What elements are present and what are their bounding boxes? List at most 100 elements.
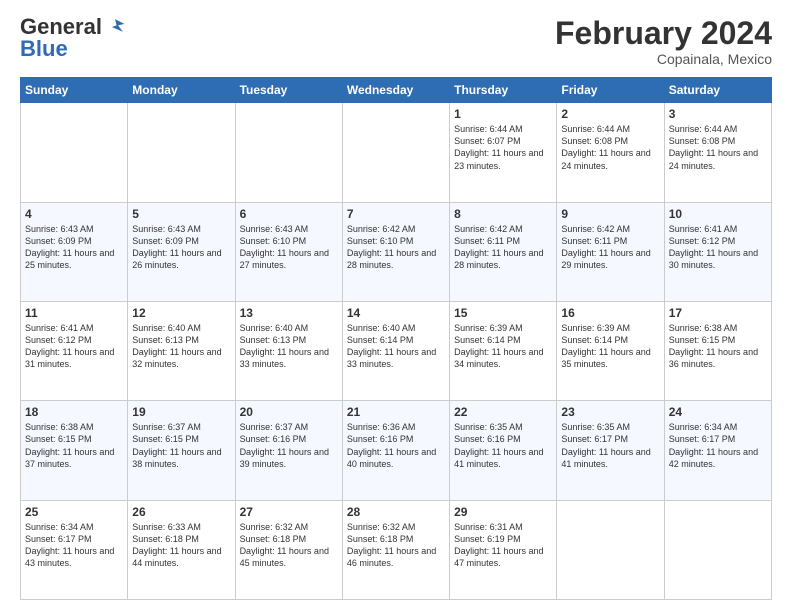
calendar-cell: 13 Sunrise: 6:40 AM Sunset: 6:13 PM Dayli…	[235, 301, 342, 400]
calendar-cell: 24 Sunrise: 6:34 AM Sunset: 6:17 PM Dayli…	[664, 401, 771, 500]
main-title: February 2024	[555, 16, 772, 51]
calendar-cell: 19Sunrise: 6:37 AM Sunset: 6:15 PM Dayli…	[128, 401, 235, 500]
day-number: 21	[347, 405, 445, 419]
day-info: Sunrise: 6:44 AM Sunset: 6:08 PM Dayligh…	[669, 123, 767, 172]
calendar-cell	[557, 500, 664, 599]
day-info: Sunrise: 6:43 AM Sunset: 6:09 PM Dayligh…	[25, 223, 123, 272]
calendar-cell	[664, 500, 771, 599]
day-info: Sunrise: 6:42 AM Sunset: 6:10 PM Dayligh…	[347, 223, 445, 272]
day-info: Sunrise: 6:39 AM Sunset: 6:14 PM Dayligh…	[561, 322, 659, 371]
day-number: 4	[25, 207, 123, 221]
logo-blue-text: Blue	[20, 36, 68, 61]
day-number: 26	[132, 505, 230, 519]
day-info: Sunrise: 6:44 AM Sunset: 6:07 PM Dayligh…	[454, 123, 552, 172]
day-number: 22	[454, 405, 552, 419]
calendar-day-header: Thursday	[450, 78, 557, 103]
day-info: Sunrise: 6:40 AM Sunset: 6:13 PM Dayligh…	[132, 322, 230, 371]
calendar-table: SundayMondayTuesdayWednesdayThursdayFrid…	[20, 77, 772, 600]
calendar-day-header: Monday	[128, 78, 235, 103]
day-number: 10	[669, 207, 767, 221]
day-number: 20	[240, 405, 338, 419]
calendar-cell: 17 Sunrise: 6:38 AM Sunset: 6:15 PM Dayli…	[664, 301, 771, 400]
calendar-cell: 25Sunrise: 6:34 AM Sunset: 6:17 PM Dayli…	[21, 500, 128, 599]
day-info: Sunrise: 6:37 AM Sunset: 6:16 PM Dayligh…	[240, 421, 338, 470]
calendar-week-row: 25Sunrise: 6:34 AM Sunset: 6:17 PM Dayli…	[21, 500, 772, 599]
subtitle: Copainala, Mexico	[555, 51, 772, 67]
day-info: Sunrise: 6:40 AM Sunset: 6:14 PM Dayligh…	[347, 322, 445, 371]
calendar-day-header: Friday	[557, 78, 664, 103]
title-block: February 2024 Copainala, Mexico	[555, 16, 772, 67]
day-number: 11	[25, 306, 123, 320]
calendar-cell: 4 Sunrise: 6:43 AM Sunset: 6:09 PM Daylig…	[21, 202, 128, 301]
calendar-cell	[21, 103, 128, 202]
day-info: Sunrise: 6:40 AM Sunset: 6:13 PM Dayligh…	[240, 322, 338, 371]
calendar-cell: 1 Sunrise: 6:44 AM Sunset: 6:07 PM Daylig…	[450, 103, 557, 202]
calendar-cell: 2 Sunrise: 6:44 AM Sunset: 6:08 PM Daylig…	[557, 103, 664, 202]
day-info: Sunrise: 6:42 AM Sunset: 6:11 PM Dayligh…	[454, 223, 552, 272]
calendar-cell: 12Sunrise: 6:40 AM Sunset: 6:13 PM Dayli…	[128, 301, 235, 400]
calendar-cell	[342, 103, 449, 202]
calendar-cell: 28Sunrise: 6:32 AM Sunset: 6:18 PM Dayli…	[342, 500, 449, 599]
calendar-cell: 18 Sunrise: 6:38 AM Sunset: 6:15 PM Dayli…	[21, 401, 128, 500]
calendar-cell: 7 Sunrise: 6:42 AM Sunset: 6:10 PM Daylig…	[342, 202, 449, 301]
day-number: 29	[454, 505, 552, 519]
calendar-cell	[235, 103, 342, 202]
day-info: Sunrise: 6:31 AM Sunset: 6:19 PM Dayligh…	[454, 521, 552, 570]
calendar-day-header: Wednesday	[342, 78, 449, 103]
day-number: 24	[669, 405, 767, 419]
logo-general-text: General	[20, 16, 102, 38]
day-info: Sunrise: 6:35 AM Sunset: 6:16 PM Dayligh…	[454, 421, 552, 470]
day-number: 15	[454, 306, 552, 320]
day-info: Sunrise: 6:44 AM Sunset: 6:08 PM Dayligh…	[561, 123, 659, 172]
page: General Blue February 2024 Copainala, Me…	[0, 0, 792, 612]
day-number: 16	[561, 306, 659, 320]
calendar-cell: 10 Sunrise: 6:41 AM Sunset: 6:12 PM Dayli…	[664, 202, 771, 301]
calendar-cell: 5 Sunrise: 6:43 AM Sunset: 6:09 PM Daylig…	[128, 202, 235, 301]
calendar-cell: 6 Sunrise: 6:43 AM Sunset: 6:10 PM Daylig…	[235, 202, 342, 301]
day-info: Sunrise: 6:35 AM Sunset: 6:17 PM Dayligh…	[561, 421, 659, 470]
day-number: 27	[240, 505, 338, 519]
calendar-week-row: 11Sunrise: 6:41 AM Sunset: 6:12 PM Dayli…	[21, 301, 772, 400]
day-info: Sunrise: 6:38 AM Sunset: 6:15 PM Dayligh…	[669, 322, 767, 371]
day-info: Sunrise: 6:34 AM Sunset: 6:17 PM Dayligh…	[25, 521, 123, 570]
day-info: Sunrise: 6:32 AM Sunset: 6:18 PM Dayligh…	[240, 521, 338, 570]
day-info: Sunrise: 6:36 AM Sunset: 6:16 PM Dayligh…	[347, 421, 445, 470]
day-number: 13	[240, 306, 338, 320]
logo: General Blue	[20, 16, 126, 62]
day-info: Sunrise: 6:43 AM Sunset: 6:09 PM Dayligh…	[132, 223, 230, 272]
calendar-cell: 14 Sunrise: 6:40 AM Sunset: 6:14 PM Dayli…	[342, 301, 449, 400]
calendar-cell: 21 Sunrise: 6:36 AM Sunset: 6:16 PM Dayli…	[342, 401, 449, 500]
day-number: 7	[347, 207, 445, 221]
day-number: 17	[669, 306, 767, 320]
day-info: Sunrise: 6:37 AM Sunset: 6:15 PM Dayligh…	[132, 421, 230, 470]
calendar-cell: 22 Sunrise: 6:35 AM Sunset: 6:16 PM Dayli…	[450, 401, 557, 500]
day-info: Sunrise: 6:38 AM Sunset: 6:15 PM Dayligh…	[25, 421, 123, 470]
day-info: Sunrise: 6:41 AM Sunset: 6:12 PM Dayligh…	[669, 223, 767, 272]
day-number: 2	[561, 107, 659, 121]
day-info: Sunrise: 6:34 AM Sunset: 6:17 PM Dayligh…	[669, 421, 767, 470]
calendar-body: 1 Sunrise: 6:44 AM Sunset: 6:07 PM Daylig…	[21, 103, 772, 600]
day-number: 18	[25, 405, 123, 419]
calendar-header-row: SundayMondayTuesdayWednesdayThursdayFrid…	[21, 78, 772, 103]
day-number: 1	[454, 107, 552, 121]
day-number: 5	[132, 207, 230, 221]
calendar-week-row: 4 Sunrise: 6:43 AM Sunset: 6:09 PM Daylig…	[21, 202, 772, 301]
day-number: 9	[561, 207, 659, 221]
calendar-week-row: 1 Sunrise: 6:44 AM Sunset: 6:07 PM Daylig…	[21, 103, 772, 202]
calendar-cell: 23Sunrise: 6:35 AM Sunset: 6:17 PM Dayli…	[557, 401, 664, 500]
calendar-cell: 27 Sunrise: 6:32 AM Sunset: 6:18 PM Dayli…	[235, 500, 342, 599]
day-number: 8	[454, 207, 552, 221]
calendar-cell: 3Sunrise: 6:44 AM Sunset: 6:08 PM Daylig…	[664, 103, 771, 202]
calendar-cell: 29 Sunrise: 6:31 AM Sunset: 6:19 PM Dayli…	[450, 500, 557, 599]
calendar-day-header: Tuesday	[235, 78, 342, 103]
calendar-cell: 15 Sunrise: 6:39 AM Sunset: 6:14 PM Dayli…	[450, 301, 557, 400]
calendar-cell: 8 Sunrise: 6:42 AM Sunset: 6:11 PM Daylig…	[450, 202, 557, 301]
calendar-cell	[128, 103, 235, 202]
header: General Blue February 2024 Copainala, Me…	[20, 16, 772, 67]
day-info: Sunrise: 6:39 AM Sunset: 6:14 PM Dayligh…	[454, 322, 552, 371]
calendar-cell: 16 Sunrise: 6:39 AM Sunset: 6:14 PM Dayli…	[557, 301, 664, 400]
day-number: 6	[240, 207, 338, 221]
day-info: Sunrise: 6:43 AM Sunset: 6:10 PM Dayligh…	[240, 223, 338, 272]
day-number: 14	[347, 306, 445, 320]
day-info: Sunrise: 6:33 AM Sunset: 6:18 PM Dayligh…	[132, 521, 230, 570]
